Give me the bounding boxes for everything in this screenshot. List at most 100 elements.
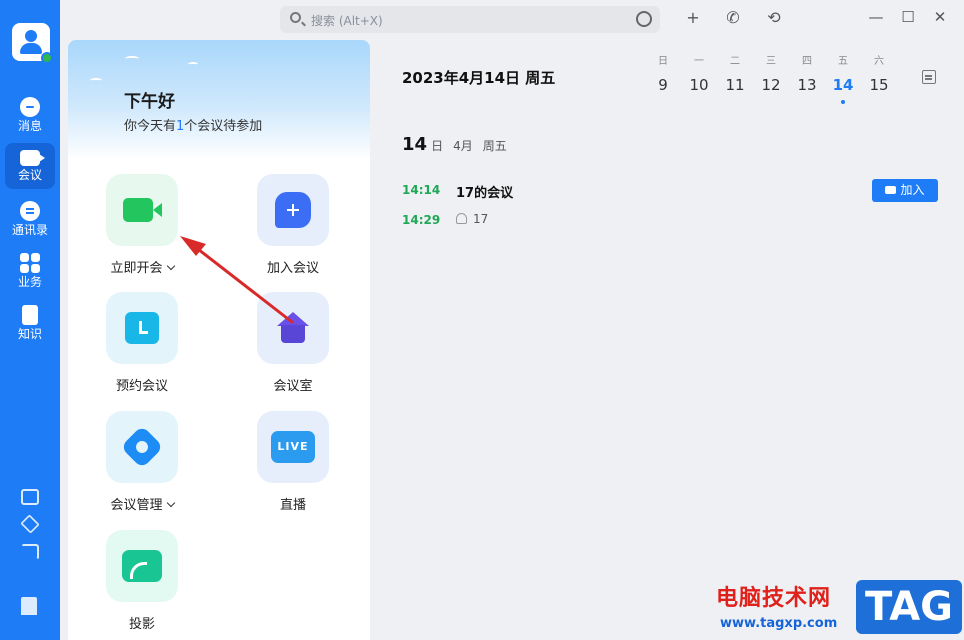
participant-name: 17 <box>473 212 489 226</box>
meeting-management-text: 会议管理 <box>110 498 163 513</box>
house-icon <box>277 312 309 344</box>
meeting-room-label: 会议室 <box>273 379 313 394</box>
watermark-tag-logo: TAG <box>856 580 962 634</box>
week-day[interactable]: 六 15 <box>864 56 894 96</box>
day-number: 10 <box>689 76 709 94</box>
avatar-body-icon <box>20 43 42 54</box>
day-header-weekday: 周五 <box>482 139 507 153</box>
chevron-down-icon <box>166 498 175 508</box>
greeting-sub-post: 个会议待参加 <box>184 119 263 134</box>
nav-label: 会议 <box>17 168 42 182</box>
weekday-label: 五 <box>838 56 848 67</box>
bird-icon <box>188 62 198 67</box>
video-camera-icon <box>123 198 162 222</box>
online-status-icon <box>41 52 53 64</box>
cast-icon[interactable] <box>21 544 39 560</box>
bird-icon <box>90 78 102 83</box>
week-day-selected[interactable]: 五 14 <box>828 56 858 104</box>
assistant-icon[interactable] <box>636 11 652 27</box>
avatar-head-icon <box>25 30 37 42</box>
day-header-month: 4月 <box>453 139 473 153</box>
meeting-management-label[interactable]: 会议管理 <box>87 494 197 513</box>
week-day[interactable]: 二 11 <box>720 56 750 96</box>
minimize-button[interactable]: — <box>866 7 886 27</box>
search-icon <box>290 12 301 23</box>
user-avatar[interactable] <box>12 23 53 64</box>
video-meeting-icon <box>20 150 45 166</box>
schedule-meeting-button[interactable] <box>106 292 178 364</box>
event-end-time: 14:29 <box>402 213 441 227</box>
calendar-clock-icon <box>125 312 159 344</box>
event-participant: 17 <box>456 212 488 226</box>
nav-label: 知识 <box>17 327 42 341</box>
nav-item-business[interactable]: 业务 <box>5 248 55 294</box>
close-button[interactable]: ✕ <box>930 7 950 27</box>
greeting-subtitle: 你今天有1个会议待参加 <box>124 115 262 134</box>
search-placeholder: 搜索 (Alt+X) <box>311 14 383 28</box>
week-day[interactable]: 三 12 <box>756 56 786 96</box>
join-meeting-label: 加入会议 <box>266 261 319 276</box>
join-event-button[interactable]: 加入 <box>872 179 938 202</box>
day-number: 12 <box>761 76 781 94</box>
live-stream-label: 直播 <box>279 498 306 513</box>
chevron-down-icon <box>166 261 175 271</box>
schedule-panel: 2023年4月14日 周五 日9 一 10 二 11 三 12 四 13 五 14 六 15… <box>378 40 964 640</box>
screen-cast-icon <box>122 550 162 582</box>
building-icon[interactable] <box>21 597 37 615</box>
week-day[interactable]: 一 10 <box>684 56 714 96</box>
nav-label: 业务 <box>17 275 42 289</box>
hexagon-settings-icon <box>120 425 164 469</box>
left-nav-rail: 消息 会议 通讯录 业务 知识 <box>0 0 60 640</box>
video-camera-icon <box>885 186 897 194</box>
schedule-meeting-label: 预约会议 <box>115 379 168 394</box>
nav-label: 通讯录 <box>11 223 48 237</box>
start-meeting-button[interactable] <box>106 174 178 246</box>
nav-label: 消息 <box>17 119 42 133</box>
nav-item-contacts[interactable]: 通讯录 <box>5 196 55 242</box>
event-start-time: 14:14 <box>402 183 441 197</box>
message-icon <box>20 97 40 117</box>
meeting-management-button[interactable] <box>106 411 178 483</box>
phone-call-icon[interactable]: ✆ <box>724 9 742 27</box>
weekday-label: 一 <box>694 56 704 67</box>
greeting-sub-pre: 你今天有 <box>124 119 177 134</box>
cube-icon[interactable] <box>20 514 40 534</box>
start-meeting-text: 立即开会 <box>110 261 163 276</box>
search-bar[interactable]: 搜索 (Alt+X) <box>280 6 660 33</box>
day-header: 14 日 4月 周五 <box>402 134 507 155</box>
plus-bubble-icon <box>275 192 311 228</box>
greeting-title: 下午好 <box>124 92 175 112</box>
day-number: 13 <box>797 76 817 94</box>
live-stream-button[interactable]: LIVE <box>257 411 329 483</box>
week-day[interactable]: 日9 <box>648 56 678 96</box>
screen-cast-label: 投影 <box>128 617 155 632</box>
screen-cast-button[interactable] <box>106 530 178 602</box>
weekday-label: 六 <box>874 56 884 67</box>
day-header-unit: 日 <box>431 139 444 153</box>
live-icon: LIVE <box>271 431 315 463</box>
calendar-icon[interactable] <box>21 489 39 505</box>
day-number: 9 <box>658 76 668 94</box>
weekday-label: 日 <box>658 56 668 67</box>
apps-grid-icon <box>20 253 40 273</box>
nav-item-knowledge[interactable]: 知识 <box>5 300 55 346</box>
meeting-room-button[interactable] <box>257 292 329 364</box>
week-day[interactable]: 四 13 <box>792 56 822 96</box>
history-icon[interactable]: ⟲ <box>765 9 783 27</box>
site-watermark: 电脑技术网 www.tagxp.com TAG <box>716 578 964 640</box>
maximize-button[interactable]: ☐ <box>898 7 918 27</box>
knowledge-book-icon <box>22 305 38 325</box>
watermark-url: www.tagxp.com <box>720 616 838 631</box>
day-number: 11 <box>725 76 745 94</box>
watermark-cn-text: 电脑技术网 <box>716 586 832 611</box>
nav-item-meeting[interactable]: 会议 <box>5 143 55 189</box>
join-event-label: 加入 <box>900 183 925 197</box>
event-title[interactable]: 17的会议 <box>456 182 513 201</box>
join-meeting-button[interactable] <box>257 174 329 246</box>
start-meeting-label[interactable]: 立即开会 <box>87 257 197 276</box>
weekday-label: 三 <box>766 56 776 67</box>
nav-item-messages[interactable]: 消息 <box>5 92 55 138</box>
add-button[interactable]: + <box>684 9 702 27</box>
calendar-view-icon[interactable] <box>922 70 936 84</box>
weekday-label: 二 <box>730 56 740 67</box>
